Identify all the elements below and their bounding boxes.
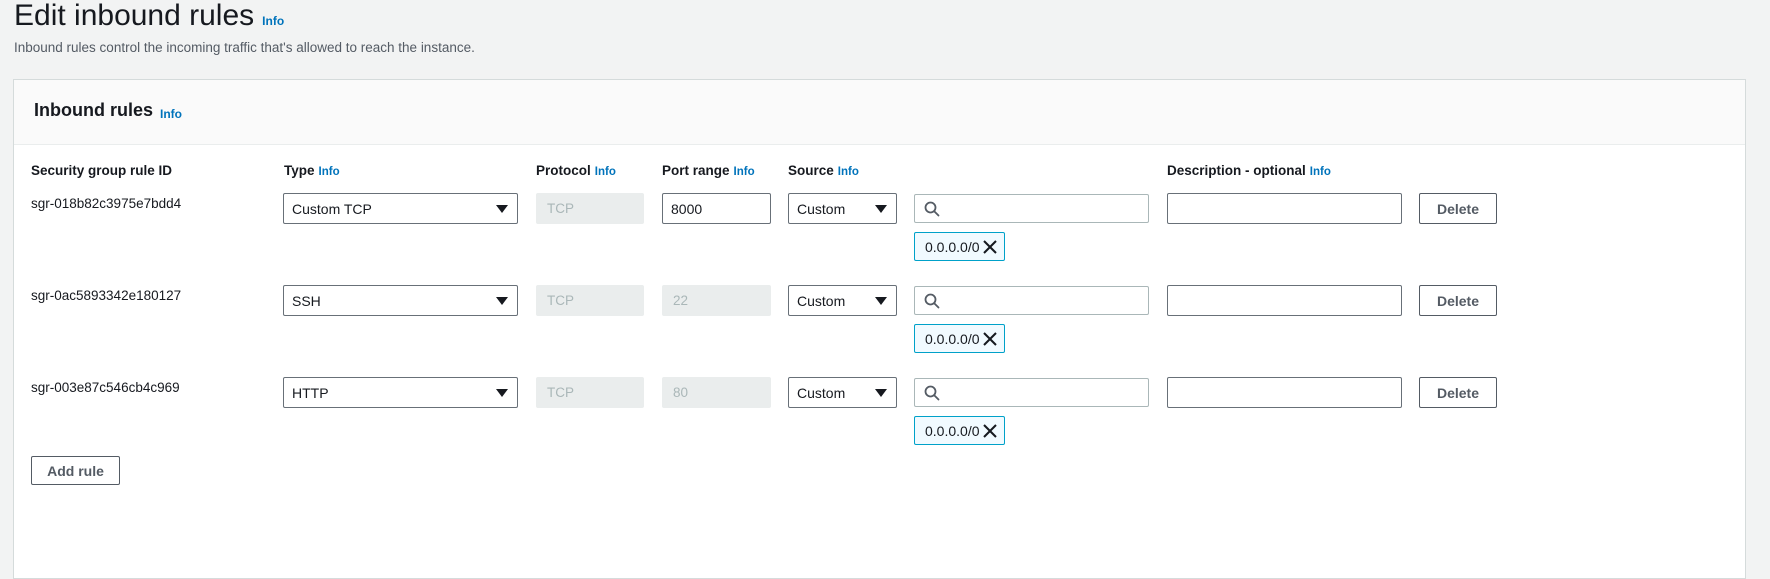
delete-button[interactable]: Delete	[1419, 193, 1497, 224]
protocol-field: TCP	[536, 285, 644, 316]
source-select-value: Custom	[797, 292, 846, 309]
delete-button[interactable]: Delete	[1419, 377, 1497, 408]
search-icon	[924, 385, 940, 406]
source-search-input[interactable]	[914, 378, 1149, 407]
port-range-info-link[interactable]: Info	[734, 166, 755, 178]
search-icon	[924, 293, 940, 314]
type-select-value: Custom TCP	[292, 200, 372, 217]
caret-down-icon	[496, 389, 508, 397]
cidr-token: 0.0.0.0/0	[914, 416, 1005, 445]
source-select[interactable]: Custom	[788, 193, 897, 224]
source-select-value: Custom	[797, 200, 846, 217]
port-range-field: 80	[662, 377, 771, 408]
panel-header: Inbound rules Info	[14, 80, 1745, 145]
page-description: Inbound rules control the incoming traff…	[14, 40, 475, 55]
page-title: Edit inbound rules	[14, 0, 255, 32]
col-header-rule-id: Security group rule ID	[31, 163, 172, 178]
cidr-token: 0.0.0.0/0	[914, 324, 1005, 353]
cidr-token: 0.0.0.0/0	[914, 232, 1005, 261]
type-info-link[interactable]: Info	[319, 166, 340, 178]
source-select[interactable]: Custom	[788, 377, 897, 408]
rule-id: sgr-003e87c546cb4c969	[31, 380, 180, 395]
type-select-value: SSH	[292, 292, 321, 309]
rule-id: sgr-0ac5893342e180127	[31, 288, 182, 303]
description-input[interactable]	[1167, 377, 1402, 408]
caret-down-icon	[496, 297, 508, 305]
cidr-token-label: 0.0.0.0/0	[925, 422, 980, 439]
protocol-field: TCP	[536, 193, 644, 224]
col-header-label: Type	[284, 163, 315, 178]
source-search-input[interactable]	[914, 286, 1149, 315]
type-select[interactable]: Custom TCP	[283, 193, 518, 224]
source-info-link[interactable]: Info	[838, 166, 859, 178]
source-search-input[interactable]	[914, 194, 1149, 223]
panel-info-link[interactable]: Info	[160, 107, 182, 121]
col-header-label: Source	[788, 163, 834, 178]
col-header-description: Description - optional Info	[1167, 163, 1331, 178]
protocol-field: TCP	[536, 377, 644, 408]
source-select-value: Custom	[797, 384, 846, 401]
port-range-input[interactable]: 8000	[662, 193, 771, 224]
cidr-token-label: 0.0.0.0/0	[925, 238, 980, 255]
protocol-info-link[interactable]: Info	[595, 166, 616, 178]
page-header: Edit inbound rules Info	[14, 0, 284, 32]
caret-down-icon	[496, 205, 508, 213]
type-select[interactable]: HTTP	[283, 377, 518, 408]
description-input[interactable]	[1167, 193, 1402, 224]
port-range-field: 22	[662, 285, 771, 316]
col-header-label: Description - optional	[1167, 163, 1306, 178]
col-header-source: Source Info	[788, 163, 859, 178]
col-header-protocol: Protocol Info	[536, 163, 616, 178]
source-select[interactable]: Custom	[788, 285, 897, 316]
description-input[interactable]	[1167, 285, 1402, 316]
col-header-type: Type Info	[284, 163, 340, 178]
close-icon[interactable]	[982, 239, 998, 258]
caret-down-icon	[875, 389, 887, 397]
col-header-label: Security group rule ID	[31, 163, 173, 178]
add-rule-button[interactable]: Add rule	[31, 456, 120, 485]
inbound-rules-panel: Inbound rules Info Security group rule I…	[13, 79, 1746, 579]
col-header-port-range: Port range Info	[662, 163, 755, 178]
rule-id: sgr-018b82c3975e7bdd4	[31, 196, 182, 211]
search-icon	[924, 201, 940, 222]
description-info-link[interactable]: Info	[1310, 166, 1331, 178]
cidr-token-label: 0.0.0.0/0	[925, 330, 980, 347]
col-header-label: Protocol	[536, 163, 591, 178]
close-icon[interactable]	[982, 331, 998, 350]
col-header-label: Port range	[662, 163, 730, 178]
page-info-link[interactable]: Info	[262, 14, 284, 28]
caret-down-icon	[875, 205, 887, 213]
panel-title: Inbound rules	[34, 100, 153, 120]
type-select-value: HTTP	[292, 384, 329, 401]
delete-button[interactable]: Delete	[1419, 285, 1497, 316]
close-icon[interactable]	[982, 423, 998, 442]
caret-down-icon	[875, 297, 887, 305]
type-select[interactable]: SSH	[283, 285, 518, 316]
